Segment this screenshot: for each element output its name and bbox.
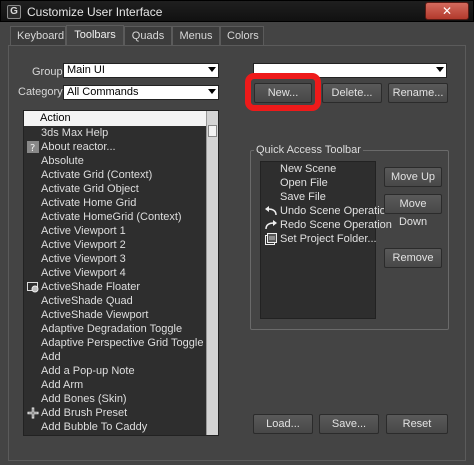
list-item[interactable]: Open File xyxy=(261,176,375,190)
delete-button[interactable]: Delete... xyxy=(322,83,382,103)
scroll-thumb[interactable] xyxy=(208,125,217,137)
tab-menus[interactable]: Menus xyxy=(172,26,220,46)
actions-list-scrollbar[interactable] xyxy=(206,111,218,435)
tab-toolbars[interactable]: Toolbars xyxy=(66,25,124,46)
svg-text:?: ? xyxy=(30,143,35,153)
list-item[interactable]: Add Arm xyxy=(24,378,206,392)
move-down-button[interactable]: Move Down xyxy=(384,194,442,228)
list-item[interactable]: Add Bubble To Caddy xyxy=(24,420,206,434)
list-item[interactable]: Save File xyxy=(261,190,375,204)
list-item[interactable]: Activate HomeGrid (Context) xyxy=(24,210,206,224)
list-item[interactable]: Add a Pop-up Note xyxy=(24,364,206,378)
new-button[interactable]: New... xyxy=(254,83,312,103)
reset-button[interactable]: Reset xyxy=(386,414,448,434)
save-button[interactable]: Save... xyxy=(319,414,379,434)
list-item[interactable]: Active Viewport 4 xyxy=(24,266,206,280)
quick-access-list[interactable]: New Scene Open File Save File Undo Scene… xyxy=(260,161,392,319)
chevron-down-icon xyxy=(436,67,444,72)
title-bar: G Customize User Interface ✕ xyxy=(0,0,474,22)
chevron-down-icon xyxy=(208,67,216,72)
list-item[interactable]: Add xyxy=(24,350,206,364)
category-select[interactable]: All Commands xyxy=(63,85,219,100)
add-brush-icon xyxy=(27,407,39,419)
list-item[interactable]: ? About reactor... xyxy=(24,140,206,154)
list-item[interactable]: ActiveShade Floater xyxy=(24,280,206,294)
list-item[interactable]: New Scene xyxy=(261,162,375,176)
tab-colors[interactable]: Colors xyxy=(220,26,264,46)
list-item[interactable]: Active Viewport 3 xyxy=(24,252,206,266)
tab-quads[interactable]: Quads xyxy=(124,26,172,46)
redo-icon xyxy=(265,220,277,230)
action-column-header[interactable]: Action xyxy=(24,111,206,126)
rename-button[interactable]: Rename... xyxy=(388,83,448,103)
group-label: Group: xyxy=(32,66,66,78)
list-item[interactable]: 3ds Max Help xyxy=(24,126,206,140)
window-title: Customize User Interface xyxy=(27,5,163,19)
list-item[interactable]: Undo Scene Operation xyxy=(261,204,392,218)
list-item[interactable]: Set Project Folder... xyxy=(261,232,377,246)
actions-list[interactable]: Action 3ds Max Help ? About reactor... A… xyxy=(23,110,219,436)
list-item[interactable]: Redo Scene Operation xyxy=(261,218,392,232)
list-item[interactable]: Add Bones (Skin) xyxy=(24,392,206,406)
quick-access-title: Quick Access Toolbar xyxy=(254,144,363,156)
project-folder-icon xyxy=(265,233,277,245)
app-logo-icon: G xyxy=(7,5,21,19)
move-up-button[interactable]: Move Up xyxy=(384,167,442,187)
remove-button[interactable]: Remove xyxy=(384,248,442,268)
list-item[interactable]: Adaptive Degradation Toggle xyxy=(24,322,206,336)
category-select-value: All Commands xyxy=(67,86,139,98)
help-icon: ? xyxy=(27,141,39,153)
list-item[interactable]: Absolute xyxy=(24,154,206,168)
list-item[interactable]: Activate Grid (Context) xyxy=(24,168,206,182)
group-select-value: Main UI xyxy=(67,64,105,76)
list-item[interactable]: ActiveShade Viewport xyxy=(24,308,206,322)
chevron-down-icon xyxy=(208,89,216,94)
list-item[interactable]: Adaptive Perspective Grid Toggle xyxy=(24,336,206,350)
list-item[interactable]: Activate Grid Object xyxy=(24,182,206,196)
undo-icon xyxy=(265,206,277,216)
list-item[interactable]: Activate Home Grid xyxy=(24,196,206,210)
load-button[interactable]: Load... xyxy=(253,414,313,434)
activeshade-icon xyxy=(27,282,39,293)
list-item[interactable]: Active Viewport 2 xyxy=(24,238,206,252)
tab-keyboard[interactable]: Keyboard xyxy=(10,26,66,46)
list-item[interactable]: Add Brush Preset xyxy=(24,406,206,420)
list-item[interactable]: ActiveShade Quad xyxy=(24,294,206,308)
category-label: Category: xyxy=(18,86,66,98)
close-button[interactable]: ✕ xyxy=(425,2,469,20)
group-select[interactable]: Main UI xyxy=(63,63,219,78)
list-item[interactable]: Active Viewport 1 xyxy=(24,224,206,238)
toolbar-select[interactable] xyxy=(253,63,447,78)
